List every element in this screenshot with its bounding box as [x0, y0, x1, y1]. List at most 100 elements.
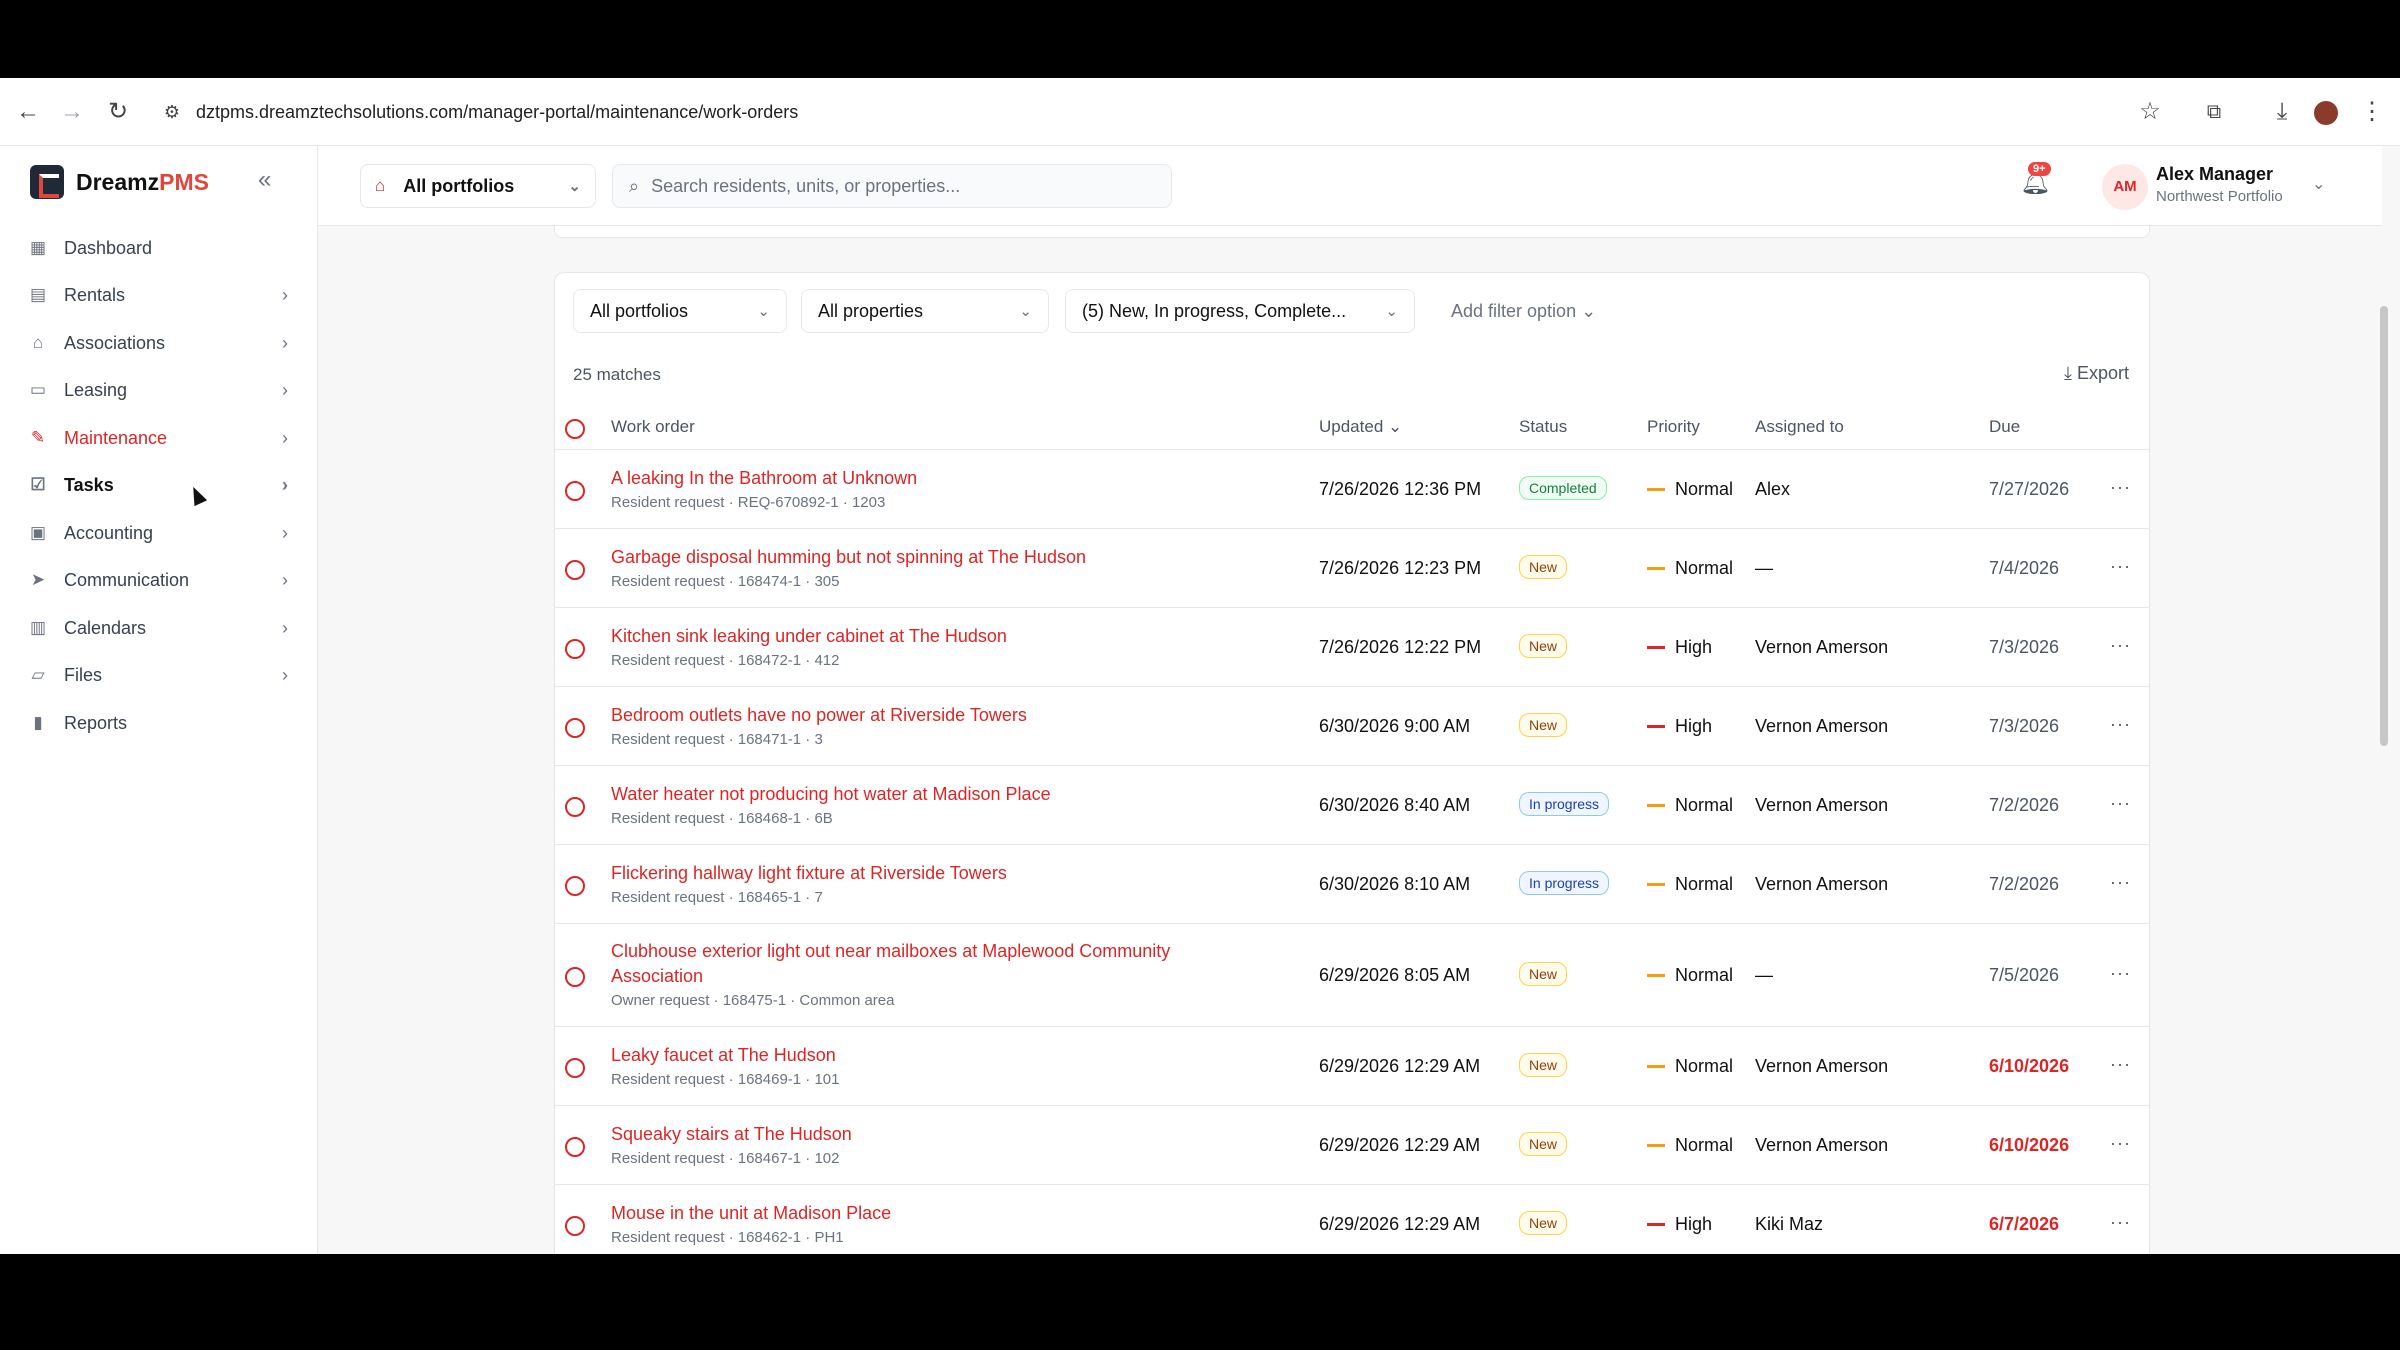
select-all-checkbox[interactable] [565, 419, 585, 439]
sidebar-item-communication[interactable]: ➤ Communication › [26, 560, 288, 600]
address-bar[interactable]: dztpms.dreamztechsolutions.com/manager-p… [196, 96, 798, 128]
work-order-subtitle: Resident request · 168469-1 · 101 [611, 1071, 840, 1088]
row-checkbox[interactable] [565, 797, 585, 817]
sidebar-item-calendars[interactable]: ▥ Calendars › [26, 608, 288, 648]
grid-icon: ▦ [29, 238, 47, 257]
sidebar-item-label: Leasing [64, 379, 128, 400]
row-checkbox[interactable] [565, 876, 585, 896]
priority-cell: High [1647, 716, 1712, 737]
download-icon[interactable]: ⤓ [2266, 96, 2298, 128]
chevron-right-icon: › [282, 664, 288, 685]
extensions-icon[interactable]: ⧉ [2198, 96, 2230, 128]
sidebar-item-dashboard[interactable]: ▦ Dashboard [26, 228, 288, 268]
browser-menu-icon[interactable]: ⋮ [2356, 96, 2388, 128]
row-checkbox[interactable] [565, 1058, 585, 1078]
user-name[interactable]: Alex Manager [2156, 164, 2273, 185]
priority-cell: Normal [1647, 1056, 1733, 1077]
work-order-title[interactable]: Leaky faucet at The Hudson [611, 1045, 836, 1066]
row-checkbox[interactable] [565, 967, 585, 987]
more-actions-icon[interactable]: ··· [2110, 793, 2131, 814]
table-row[interactable]: Water heater not producing hot water at … [555, 765, 2149, 844]
more-actions-icon[interactable]: ··· [2110, 1133, 2131, 1154]
reload-icon[interactable]: ↻ [102, 96, 134, 128]
row-checkbox[interactable] [565, 1216, 585, 1236]
bookmark-star-icon[interactable]: ☆ [2134, 96, 2166, 128]
status-badge: In progress [1519, 792, 1610, 816]
more-actions-icon[interactable]: ··· [2110, 714, 2131, 735]
more-actions-icon[interactable]: ··· [2110, 872, 2131, 893]
table-row[interactable]: A leaking In the Bathroom at Unknown Res… [555, 449, 2149, 528]
site-info-icon[interactable]: ⚙ [156, 96, 188, 128]
send-icon: ➤ [30, 570, 46, 589]
row-checkbox[interactable] [565, 560, 585, 580]
sidebar-item-tasks[interactable]: ☑ Tasks › [26, 465, 288, 505]
table-row[interactable]: Flickering hallway light fixture at Rive… [555, 844, 2149, 923]
table-row[interactable]: Leaky faucet at The Hudson Resident requ… [555, 1026, 2149, 1105]
due-cell: 7/4/2026 [1989, 558, 2060, 578]
screen-bottom-border [0, 1254, 2400, 1350]
work-order-title[interactable]: A leaking In the Bathroom at Unknown [611, 468, 917, 489]
column-header-updated[interactable]: Updated ⌄ [1319, 417, 1402, 437]
search-icon: ⌕ [629, 175, 640, 196]
assigned-cell: Alex [1755, 479, 1791, 499]
work-order-title[interactable]: Mouse in the unit at Madison Place [611, 1203, 891, 1224]
updated-cell: 7/26/2026 12:22 PM [1319, 637, 1482, 657]
work-order-title[interactable]: Garbage disposal humming but not spinnin… [611, 547, 1086, 568]
priority-cell: High [1647, 637, 1712, 658]
table-row[interactable]: Kitchen sink leaking under cabinet at Th… [555, 607, 2149, 686]
row-checkbox[interactable] [565, 639, 585, 659]
work-order-title[interactable]: Kitchen sink leaking under cabinet at Th… [611, 626, 1007, 647]
app-shell: DreamzPMS « ▦ Dashboard ▤ Rentals › ⌂ As… [0, 146, 2400, 1272]
avatar[interactable]: AM [2102, 164, 2148, 210]
sidebar-item-maintenance[interactable]: ✎ Maintenance › [26, 418, 288, 458]
properties-filter[interactable]: All properties ⌄ [801, 289, 1049, 333]
more-actions-icon[interactable]: ··· [2110, 635, 2131, 656]
forward-icon[interactable]: → [56, 96, 88, 128]
work-order-title[interactable]: Squeaky stairs at The Hudson [611, 1124, 852, 1145]
add-filter-button[interactable]: Add filter option ⌄ [1451, 289, 1596, 333]
row-checkbox[interactable] [565, 718, 585, 738]
more-actions-icon[interactable]: ··· [2110, 1054, 2131, 1075]
page-scrollbar[interactable] [2380, 306, 2388, 746]
status-badge: New [1519, 1053, 1568, 1077]
profile-avatar-icon[interactable] [2310, 96, 2342, 128]
sidebar-item-files[interactable]: ▱ Files › [26, 655, 288, 695]
logo-text: DreamzPMS [76, 168, 209, 195]
export-button[interactable]: ⤓ Export [2064, 363, 2129, 384]
table-row[interactable]: Garbage disposal humming but not spinnin… [555, 528, 2149, 607]
notification-badge: 9+ [2028, 162, 2051, 176]
portfolios-filter[interactable]: All portfolios ⌄ [573, 289, 787, 333]
sidebar-item-leasing[interactable]: ▭ Leasing › [26, 370, 288, 410]
status-filter[interactable]: (5) New, In progress, Complete... ⌄ [1065, 289, 1415, 333]
browser-toolbar: ← → ↻ ⚙ dztpms.dreamztechsolutions.com/m… [0, 78, 2400, 146]
chevron-down-icon[interactable]: ⌄ [2312, 174, 2325, 194]
work-order-title[interactable]: Clubhouse exterior light out near mailbo… [611, 941, 1170, 962]
more-actions-icon[interactable]: ··· [2110, 556, 2131, 577]
portfolio-select[interactable]: ⌂ All portfolios ⌄ [360, 164, 596, 208]
work-order-title-continued[interactable]: Association [611, 966, 703, 987]
work-order-subtitle: Resident request · 168467-1 · 102 [611, 1150, 840, 1167]
table-row[interactable]: Squeaky stairs at The Hudson Resident re… [555, 1105, 2149, 1184]
row-checkbox[interactable] [565, 1137, 585, 1157]
back-icon[interactable]: ← [12, 96, 44, 128]
collapse-sidebar-icon[interactable]: « [258, 166, 271, 194]
table-row[interactable]: Bedroom outlets have no power at Riversi… [555, 686, 2149, 765]
logo[interactable]: DreamzPMS [30, 164, 209, 200]
more-actions-icon[interactable]: ··· [2110, 963, 2131, 984]
table-row[interactable]: Clubhouse exterior light out near mailbo… [555, 923, 2149, 1026]
work-order-title[interactable]: Bedroom outlets have no power at Riversi… [611, 705, 1027, 726]
sidebar-item-reports[interactable]: ▮ Reports [26, 703, 288, 743]
work-order-title[interactable]: Water heater not producing hot water at … [611, 784, 1051, 805]
more-actions-icon[interactable]: ··· [2110, 1212, 2131, 1233]
priority-high-icon [1647, 1223, 1665, 1226]
more-actions-icon[interactable]: ··· [2110, 477, 2131, 498]
wallet-icon: ▣ [29, 523, 47, 542]
sidebar-item-rentals[interactable]: ▤ Rentals › [26, 275, 288, 315]
portfolio-select-value: All portfolios [403, 175, 515, 196]
sidebar-item-accounting[interactable]: ▣ Accounting › [26, 513, 288, 553]
search-input[interactable]: ⌕ Search residents, units, or properties… [612, 164, 1172, 208]
work-order-title[interactable]: Flickering hallway light fixture at Rive… [611, 863, 1007, 884]
sidebar-item-associations[interactable]: ⌂ Associations › [26, 323, 288, 363]
column-header-assigned: Assigned to [1755, 417, 1844, 436]
row-checkbox[interactable] [565, 481, 585, 501]
